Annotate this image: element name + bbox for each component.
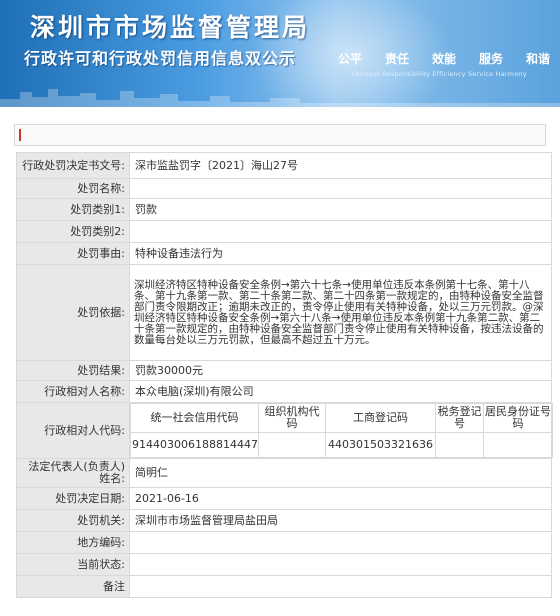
cause-value: 特种设备违法行为 xyxy=(129,242,552,265)
section-marker xyxy=(19,129,21,141)
slogan-efficiency: 效能 xyxy=(431,52,456,66)
code-header-id: 居民身份证号码 xyxy=(483,403,553,433)
table-row: 914403006188814447 440301503321636 xyxy=(130,432,553,458)
table-row: 行政相对人名称: 本众电脑(深圳)有限公司 xyxy=(16,380,552,403)
penalty-name-label: 处罚名称: xyxy=(16,178,130,199)
table-row: 地方编码: xyxy=(16,531,552,554)
decision-no-label: 行政处罚决定书文号: xyxy=(16,152,130,179)
section-header-bar xyxy=(14,124,546,146)
status-value xyxy=(129,553,552,576)
table-row: 当前状态: xyxy=(16,553,552,576)
slogan-row: 公平 责任 效能 服务 和谐 xyxy=(338,50,550,67)
code-header-org: 组织机构代码 xyxy=(258,403,326,433)
authority-value: 深圳市市场监督管理局盐田局 xyxy=(129,509,552,532)
status-label: 当前状态: xyxy=(16,553,130,576)
area-code-value xyxy=(129,531,552,554)
code-value-id xyxy=(483,432,553,458)
remark-label: 备注 xyxy=(16,575,130,598)
slogan-fairness: 公平 xyxy=(338,52,363,66)
basis-value: 深圳经济特区特种设备安全条例→第六十七条→使用单位违反本条例第十七条、第十八条、… xyxy=(129,264,552,361)
table-row: 处罚机关: 深圳市市场监督管理局盐田局 xyxy=(16,509,552,532)
party-code-label: 行政相对人代码: xyxy=(16,402,130,459)
slogan-english: Fairness Responsibility Efficiency Servi… xyxy=(352,70,527,78)
table-row: 处罚事由: 特种设备违法行为 xyxy=(16,242,552,265)
site-banner: 深圳市市场监督管理局 行政许可和行政处罚信用信息双公示 公平 责任 效能 服务 … xyxy=(0,0,560,107)
code-header-business: 工商登记码 xyxy=(325,403,436,433)
cause-label: 处罚事由: xyxy=(16,242,130,265)
code-value-tax xyxy=(435,432,484,458)
decision-date-label: 处罚决定日期: xyxy=(16,487,130,510)
table-row: 处罚依据: 深圳经济特区特种设备安全条例→第六十七条→使用单位违反本条例第十七条… xyxy=(16,264,552,361)
code-header-credit: 统一社会信用代码 xyxy=(130,403,259,433)
legal-rep-value: 简明仁 xyxy=(129,458,552,488)
table-row: 备注 xyxy=(16,575,552,598)
table-row: 统一社会信用代码 组织机构代码 工商登记码 税务登记号 居民身份证号码 xyxy=(130,403,553,433)
code-value-business: 440301503321636 xyxy=(325,432,436,458)
result-label: 处罚结果: xyxy=(16,360,130,381)
table-row: 行政相对人代码: 统一社会信用代码 组织机构代码 工商登记码 税务登记号 居民身… xyxy=(16,402,553,459)
code-value-credit: 914403006188814447 xyxy=(130,432,259,458)
area-code-label: 地方编码: xyxy=(16,531,130,554)
slogan-responsibility: 责任 xyxy=(384,52,409,66)
category2-label: 处罚类别2: xyxy=(16,220,130,243)
site-subtitle: 行政许可和行政处罚信用信息双公示 xyxy=(24,49,297,68)
category1-value: 罚款 xyxy=(129,198,552,221)
category1-label: 处罚类别1: xyxy=(16,198,130,221)
slogan-service: 服务 xyxy=(478,52,503,66)
basis-label: 处罚依据: xyxy=(16,264,130,361)
decision-no-value: 深市监盐罚字〔2021〕海山27号 xyxy=(129,152,552,179)
party-name-value: 本众电脑(深圳)有限公司 xyxy=(129,380,552,403)
party-code-subtable: 统一社会信用代码 组织机构代码 工商登记码 税务登记号 居民身份证号码 9144… xyxy=(130,403,553,458)
table-row: 处罚决定日期: 2021-06-16 xyxy=(16,487,552,510)
slogan-harmony: 和谐 xyxy=(525,52,550,66)
table-row: 处罚名称: xyxy=(16,178,552,199)
skyline-graphic xyxy=(0,89,560,107)
party-name-label: 行政相对人名称: xyxy=(16,380,130,403)
decision-date-value: 2021-06-16 xyxy=(129,487,552,510)
table-row: 处罚类别2: xyxy=(16,220,552,243)
table-row: 行政处罚决定书文号: 深市监盐罚字〔2021〕海山27号 xyxy=(16,152,552,179)
code-header-tax: 税务登记号 xyxy=(435,403,484,433)
authority-label: 处罚机关: xyxy=(16,509,130,532)
table-row: 处罚类别1: 罚款 xyxy=(16,198,552,221)
party-code-cell: 统一社会信用代码 组织机构代码 工商登记码 税务登记号 居民身份证号码 9144… xyxy=(129,402,553,459)
remark-value xyxy=(129,575,552,598)
table-row: 法定代表人(负责人)姓名: 简明仁 xyxy=(16,458,552,488)
table-row: 处罚结果: 罚款30000元 xyxy=(16,360,552,381)
result-value: 罚款30000元 xyxy=(129,360,552,381)
category2-value xyxy=(129,220,552,243)
penalty-name-value xyxy=(129,178,552,199)
code-value-org xyxy=(258,432,326,458)
penalty-info-table: 行政处罚决定书文号: 深市监盐罚字〔2021〕海山27号 处罚名称: 处罚类别1… xyxy=(16,152,553,598)
legal-rep-label: 法定代表人(负责人)姓名: xyxy=(16,458,130,488)
site-title: 深圳市市场监督管理局 xyxy=(30,13,311,42)
